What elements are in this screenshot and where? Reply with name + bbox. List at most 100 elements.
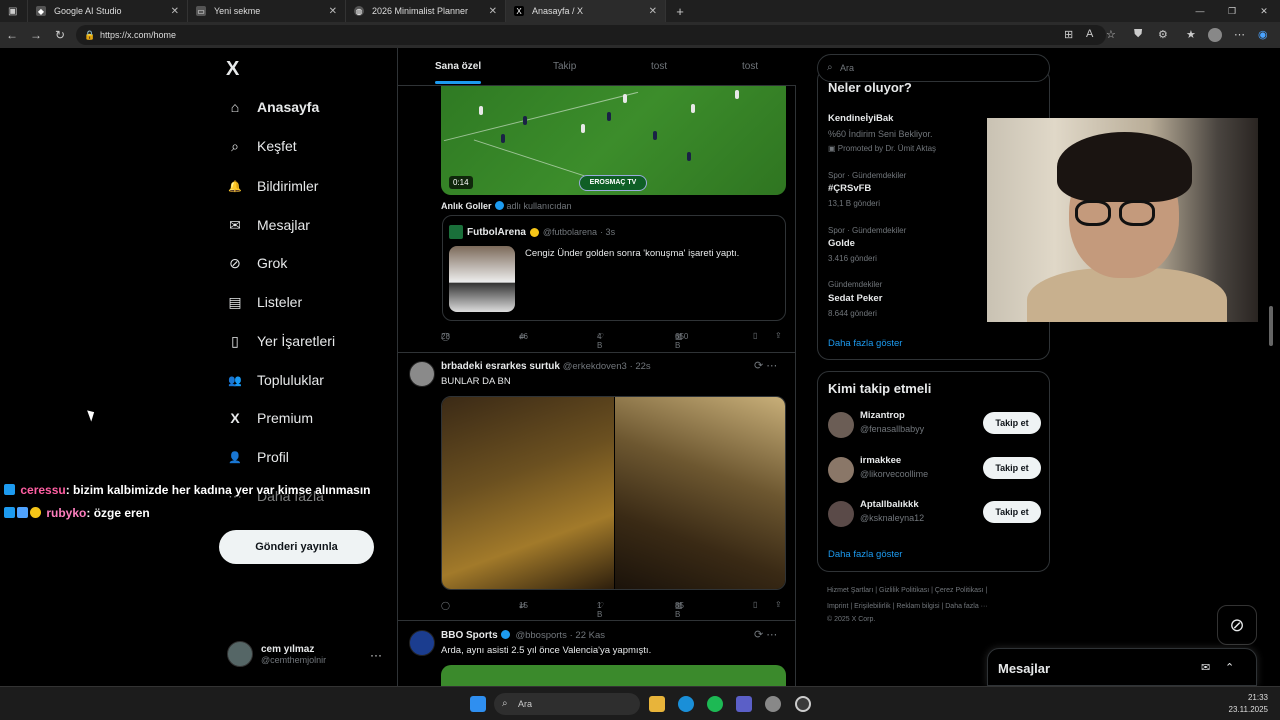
tab-tost-1[interactable]: tost	[651, 61, 667, 72]
menu-more-icon[interactable]: ⋯	[1234, 28, 1245, 41]
start-icon[interactable]	[470, 696, 486, 712]
nav-item-listeler[interactable]: ▤ Listeler	[226, 293, 302, 311]
maximize-icon[interactable]: ❐	[1216, 0, 1248, 22]
retweet-attribution: Anlık Goller adlı kullanıcıdan	[441, 201, 572, 211]
url-field[interactable]: 🔒 https://x.com/home	[76, 25, 1106, 45]
messages-drawer[interactable]: Mesajlar ✉ ⌃	[987, 648, 1257, 686]
follow-suggestion[interactable]: irmakkee @likorvecoollime Takip et	[828, 453, 1041, 485]
teams-icon[interactable]	[736, 696, 752, 712]
avatar[interactable]	[409, 630, 435, 656]
quoted-tweet[interactable]: FutbolArena @futbolarena · 3s Cengiz Ünd…	[442, 215, 786, 321]
copilot-icon[interactable]: ◉	[1258, 28, 1268, 41]
new-tab-button[interactable]: +	[666, 4, 694, 19]
back-icon[interactable]: ←	[0, 28, 24, 42]
spotify-icon[interactable]	[707, 696, 723, 712]
scrollbar-thumb[interactable]	[1269, 306, 1273, 346]
account-switcher[interactable]: cem yılmaz @cemthemjolnir	[227, 641, 326, 667]
edge-icon[interactable]	[678, 696, 694, 712]
tweet-more-icon[interactable]: ⟳ ⋯	[754, 628, 777, 641]
tab-actions-icon[interactable]: ▣	[0, 0, 28, 22]
promoted-trend-name[interactable]: KendineİyiBak	[828, 113, 893, 124]
trends-show-more[interactable]: Daha fazla göster	[828, 338, 902, 349]
tweet-author[interactable]: BBO Sports	[441, 630, 498, 641]
promoted-trend-desc: %60 İndirim Seni Bekliyor.	[828, 129, 933, 139]
close-tab-icon[interactable]: ✕	[649, 6, 657, 17]
share-icon[interactable]: ⇪	[775, 600, 782, 609]
minimize-icon[interactable]: —	[1184, 0, 1216, 22]
post-button[interactable]: Gönderi yayınla	[219, 530, 374, 564]
nav-item-kesfet[interactable]: ⌕ Keşfet	[226, 137, 297, 155]
tab-minimalist-planner[interactable]: ◍ 2026 Minimalist Planner ✕	[346, 0, 506, 22]
app-icon[interactable]	[795, 696, 811, 712]
avatar[interactable]	[409, 361, 435, 387]
search-input[interactable]: ⌕ Ara	[817, 54, 1050, 82]
system-clock[interactable]: 21:33 23.11.2025	[1229, 692, 1268, 716]
nav-item-yer-isaretleri[interactable]: ▯ Yer İşaretleri	[226, 332, 335, 350]
who-show-more[interactable]: Daha fazla göster	[828, 549, 902, 560]
trend-name[interactable]: #ÇRSvFB	[828, 183, 871, 194]
stream-chat-message: ceressu: bizim kalbimizde her kadına yer…	[4, 483, 371, 497]
retweet-user[interactable]: Anlık Goller	[441, 201, 492, 211]
refresh-icon[interactable]: ↻	[48, 28, 72, 42]
grok-floating-icon[interactable]: ⊘	[1217, 605, 1257, 645]
expand-icon[interactable]: ⌃	[1225, 661, 1234, 674]
x-logo[interactable]: X	[226, 58, 239, 81]
tab-takip[interactable]: Takip	[553, 61, 576, 72]
windows-taskbar: ⌕ Ara 21:33 23.11.2025	[0, 686, 1280, 720]
tweet-author[interactable]: brbadeki esrarkes surtuk	[441, 361, 560, 372]
nav-item-premium[interactable]: X Premium	[226, 409, 313, 427]
forward-icon[interactable]: →	[24, 28, 48, 42]
tweet-more-icon[interactable]: ⟳ ⋯	[754, 359, 777, 372]
file-explorer-icon[interactable]	[649, 696, 665, 712]
apps-icon[interactable]: ⊞	[1064, 28, 1073, 41]
favorites-icon[interactable]: ★	[1186, 28, 1196, 41]
read-aloud-icon[interactable]: A	[1086, 28, 1093, 40]
extensions-icon[interactable]: ⚙	[1158, 28, 1168, 41]
footer-links-1[interactable]: Hizmet Şartları | Gizlilik Politikası | …	[827, 587, 987, 594]
like-count: 1 B	[597, 601, 603, 619]
bell-icon: 🔔	[228, 180, 242, 193]
follow-button[interactable]: Takip et	[983, 501, 1041, 523]
close-window-icon[interactable]: ✕	[1248, 0, 1280, 22]
tab-sana-ozel[interactable]: Sana özel	[435, 61, 482, 84]
tweet-video[interactable]	[441, 665, 786, 686]
nav-item-bildirimler[interactable]: 🔔 Bildirimler	[226, 177, 318, 195]
window-controls: — ❐ ✕	[1184, 0, 1280, 22]
tweet-photo[interactable]	[441, 396, 786, 590]
trend-name[interactable]: Golde	[828, 238, 855, 249]
tab-tost-2[interactable]: tost	[742, 61, 758, 72]
nav-item-mesajlar[interactable]: ✉ Mesajlar	[226, 216, 310, 234]
follow-suggestion[interactable]: Mizantrop @fenasallbabyy Takip et	[828, 408, 1041, 440]
tab-google-ai-studio[interactable]: ◆ Google AI Studio ✕	[28, 0, 188, 22]
follow-button[interactable]: Takip et	[983, 457, 1041, 479]
settings-icon[interactable]	[765, 696, 781, 712]
close-tab-icon[interactable]: ✕	[329, 6, 337, 17]
account-more-icon[interactable]: ···	[370, 648, 382, 662]
nav-item-grok[interactable]: ⊘ Grok	[226, 254, 287, 272]
shield-icon[interactable]: ⛊	[1134, 28, 1142, 41]
nav-item-anasayfa[interactable]: ⌂ Anasayfa	[226, 98, 320, 116]
tweet-header: brbadeki esrarkes surtuk @erkekdoven3 · …	[441, 361, 651, 372]
follow-suggestion[interactable]: Aptallbalıkkk @ksknaleyna12 Takip et	[828, 497, 1041, 529]
grok-icon: ⊘	[229, 254, 241, 271]
new-message-icon[interactable]: ✉	[1201, 661, 1210, 674]
footer-links-2[interactable]: Imprint | Erişilebilirlik | Reklam bilgi…	[827, 603, 988, 610]
trend-name[interactable]: Sedat Peker	[828, 293, 882, 304]
profile-avatar-icon[interactable]	[1208, 28, 1222, 42]
close-tab-icon[interactable]: ✕	[489, 6, 497, 17]
quoted-tweet-image[interactable]	[449, 246, 515, 312]
bookmark-icon[interactable]: ▯	[753, 331, 757, 340]
tweet-video[interactable]: 0:14 EROSMAÇ TV	[441, 86, 786, 195]
tab-yeni-sekme[interactable]: ▭ Yeni sekme ✕	[188, 0, 346, 22]
nav-item-profil[interactable]: 👤 Profil	[226, 448, 289, 466]
repost-count: 15	[519, 601, 528, 610]
tab-anasayfa-x[interactable]: X Anasayfa / X ✕	[506, 0, 666, 22]
nav-item-topluluklar[interactable]: 👥 Topluluklar	[226, 371, 324, 389]
follow-button[interactable]: Takip et	[983, 412, 1041, 434]
scrollbar[interactable]	[1268, 58, 1274, 686]
taskbar-search[interactable]: ⌕ Ara	[494, 693, 640, 715]
favorite-star-icon[interactable]: ☆	[1106, 28, 1116, 41]
bookmark-icon[interactable]: ▯	[753, 600, 757, 609]
share-icon[interactable]: ⇪	[775, 331, 782, 340]
close-tab-icon[interactable]: ✕	[171, 6, 179, 17]
